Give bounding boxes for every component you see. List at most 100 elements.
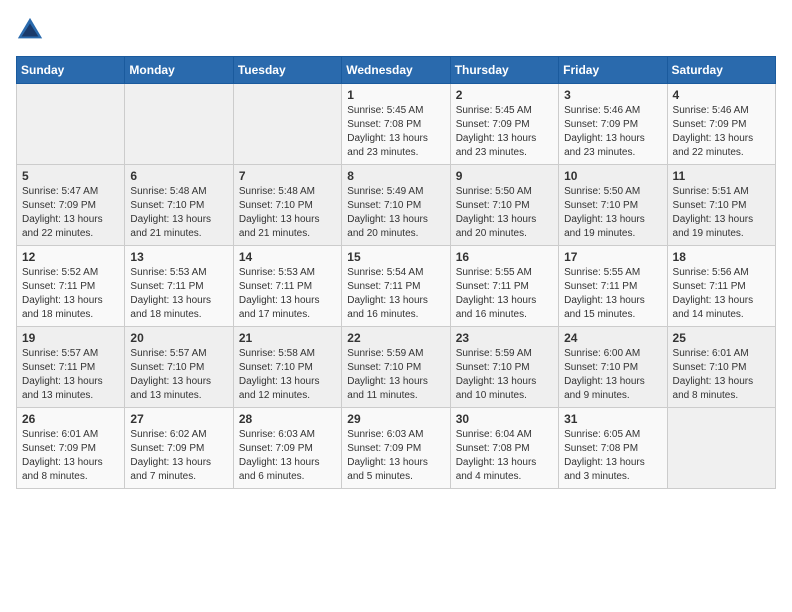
calendar-cell: 31Sunrise: 6:05 AM Sunset: 7:08 PM Dayli…: [559, 408, 667, 489]
calendar-cell: 24 Sunrise: 6:00 AM Sunset: 7:10 PM Dayli…: [559, 327, 667, 408]
day-number: 5: [22, 169, 119, 183]
cell-content: Sunrise: 5:57 AM Sunset: 7:10 PM Dayligh…: [130, 347, 227, 403]
weekday-header-tuesday: Tuesday: [233, 57, 341, 84]
weekday-header-row: SundayMondayTuesdayWednesdayThursdayFrid…: [17, 57, 776, 84]
calendar-cell: 27 Sunrise: 6:02 AM Sunset: 7:09 PM Dayli…: [125, 408, 233, 489]
weekday-header-sunday: Sunday: [17, 57, 125, 84]
cell-content: Sunrise: 5:48 AM Sunset: 7:10 PM Dayligh…: [239, 185, 336, 241]
day-number: 30: [456, 412, 553, 426]
logo: [16, 16, 48, 44]
calendar-cell: 8 Sunrise: 5:49 AM Sunset: 7:10 PM Daylig…: [342, 165, 450, 246]
weekday-header-wednesday: Wednesday: [342, 57, 450, 84]
day-number: 29: [347, 412, 444, 426]
cell-content: Sunrise: 5:49 AM Sunset: 7:10 PM Dayligh…: [347, 185, 444, 241]
calendar-cell: 15Sunrise: 5:54 AM Sunset: 7:11 PM Dayli…: [342, 246, 450, 327]
day-number: 24: [564, 331, 661, 345]
cell-content: Sunrise: 5:52 AM Sunset: 7:11 PM Dayligh…: [22, 266, 119, 322]
calendar-week-3: 12 Sunrise: 5:52 AM Sunset: 7:11 PM Dayli…: [17, 246, 776, 327]
calendar-week-5: 26Sunrise: 6:01 AM Sunset: 7:09 PM Dayli…: [17, 408, 776, 489]
cell-content: Sunrise: 5:53 AM Sunset: 7:11 PM Dayligh…: [239, 266, 336, 322]
day-number: 7: [239, 169, 336, 183]
day-number: 27: [130, 412, 227, 426]
cell-content: Sunrise: 6:03 AM Sunset: 7:09 PM Dayligh…: [347, 428, 444, 484]
day-number: 16: [456, 250, 553, 264]
calendar-cell: 1 Sunrise: 5:45 AM Sunset: 7:08 PM Daylig…: [342, 84, 450, 165]
cell-content: Sunrise: 5:48 AM Sunset: 7:10 PM Dayligh…: [130, 185, 227, 241]
day-number: 28: [239, 412, 336, 426]
calendar-cell: 10 Sunrise: 5:50 AM Sunset: 7:10 PM Dayli…: [559, 165, 667, 246]
calendar-cell: 29 Sunrise: 6:03 AM Sunset: 7:09 PM Dayli…: [342, 408, 450, 489]
weekday-header-saturday: Saturday: [667, 57, 775, 84]
cell-content: Sunrise: 6:01 AM Sunset: 7:10 PM Dayligh…: [673, 347, 770, 403]
day-number: 20: [130, 331, 227, 345]
day-number: 9: [456, 169, 553, 183]
calendar-cell: 4Sunrise: 5:46 AM Sunset: 7:09 PM Daylig…: [667, 84, 775, 165]
weekday-header-thursday: Thursday: [450, 57, 558, 84]
day-number: 13: [130, 250, 227, 264]
cell-content: Sunrise: 5:50 AM Sunset: 7:10 PM Dayligh…: [564, 185, 661, 241]
calendar-cell: 30 Sunrise: 6:04 AM Sunset: 7:08 PM Dayli…: [450, 408, 558, 489]
cell-content: Sunrise: 5:51 AM Sunset: 7:10 PM Dayligh…: [673, 185, 770, 241]
cell-content: Sunrise: 5:45 AM Sunset: 7:08 PM Dayligh…: [347, 104, 444, 160]
day-number: 3: [564, 88, 661, 102]
calendar-week-4: 19Sunrise: 5:57 AM Sunset: 7:11 PM Dayli…: [17, 327, 776, 408]
calendar-cell: [233, 84, 341, 165]
calendar-cell: [125, 84, 233, 165]
page-header: [16, 16, 776, 44]
cell-content: Sunrise: 5:53 AM Sunset: 7:11 PM Dayligh…: [130, 266, 227, 322]
day-number: 6: [130, 169, 227, 183]
day-number: 12: [22, 250, 119, 264]
calendar-cell: 2 Sunrise: 5:45 AM Sunset: 7:09 PM Daylig…: [450, 84, 558, 165]
cell-content: Sunrise: 5:55 AM Sunset: 7:11 PM Dayligh…: [456, 266, 553, 322]
calendar-cell: 25 Sunrise: 6:01 AM Sunset: 7:10 PM Dayli…: [667, 327, 775, 408]
cell-content: Sunrise: 5:47 AM Sunset: 7:09 PM Dayligh…: [22, 185, 119, 241]
calendar-cell: 19Sunrise: 5:57 AM Sunset: 7:11 PM Dayli…: [17, 327, 125, 408]
day-number: 1: [347, 88, 444, 102]
day-number: 2: [456, 88, 553, 102]
calendar-cell: 26Sunrise: 6:01 AM Sunset: 7:09 PM Dayli…: [17, 408, 125, 489]
calendar-cell: 16 Sunrise: 5:55 AM Sunset: 7:11 PM Dayli…: [450, 246, 558, 327]
calendar-cell: 21 Sunrise: 5:58 AM Sunset: 7:10 PM Dayli…: [233, 327, 341, 408]
calendar-cell: 12 Sunrise: 5:52 AM Sunset: 7:11 PM Dayli…: [17, 246, 125, 327]
cell-content: Sunrise: 6:04 AM Sunset: 7:08 PM Dayligh…: [456, 428, 553, 484]
day-number: 8: [347, 169, 444, 183]
cell-content: Sunrise: 5:45 AM Sunset: 7:09 PM Dayligh…: [456, 104, 553, 160]
cell-content: Sunrise: 6:03 AM Sunset: 7:09 PM Dayligh…: [239, 428, 336, 484]
day-number: 18: [673, 250, 770, 264]
cell-content: Sunrise: 5:57 AM Sunset: 7:11 PM Dayligh…: [22, 347, 119, 403]
calendar-cell: 11 Sunrise: 5:51 AM Sunset: 7:10 PM Dayli…: [667, 165, 775, 246]
cell-content: Sunrise: 5:55 AM Sunset: 7:11 PM Dayligh…: [564, 266, 661, 322]
calendar-table: SundayMondayTuesdayWednesdayThursdayFrid…: [16, 56, 776, 489]
day-number: 15: [347, 250, 444, 264]
calendar-cell: 20 Sunrise: 5:57 AM Sunset: 7:10 PM Dayli…: [125, 327, 233, 408]
day-number: 25: [673, 331, 770, 345]
day-number: 10: [564, 169, 661, 183]
calendar-week-2: 5 Sunrise: 5:47 AM Sunset: 7:09 PM Daylig…: [17, 165, 776, 246]
day-number: 26: [22, 412, 119, 426]
calendar-week-1: 1 Sunrise: 5:45 AM Sunset: 7:08 PM Daylig…: [17, 84, 776, 165]
cell-content: Sunrise: 5:56 AM Sunset: 7:11 PM Dayligh…: [673, 266, 770, 322]
day-number: 11: [673, 169, 770, 183]
cell-content: Sunrise: 6:00 AM Sunset: 7:10 PM Dayligh…: [564, 347, 661, 403]
calendar-cell: 14Sunrise: 5:53 AM Sunset: 7:11 PM Dayli…: [233, 246, 341, 327]
cell-content: Sunrise: 6:05 AM Sunset: 7:08 PM Dayligh…: [564, 428, 661, 484]
day-number: 21: [239, 331, 336, 345]
cell-content: Sunrise: 5:59 AM Sunset: 7:10 PM Dayligh…: [347, 347, 444, 403]
day-number: 17: [564, 250, 661, 264]
calendar-cell: 6 Sunrise: 5:48 AM Sunset: 7:10 PM Daylig…: [125, 165, 233, 246]
calendar-cell: 5 Sunrise: 5:47 AM Sunset: 7:09 PM Daylig…: [17, 165, 125, 246]
cell-content: Sunrise: 6:02 AM Sunset: 7:09 PM Dayligh…: [130, 428, 227, 484]
calendar-cell: 28 Sunrise: 6:03 AM Sunset: 7:09 PM Dayli…: [233, 408, 341, 489]
calendar-cell: 18 Sunrise: 5:56 AM Sunset: 7:11 PM Dayli…: [667, 246, 775, 327]
logo-icon: [16, 16, 44, 44]
cell-content: Sunrise: 5:46 AM Sunset: 7:09 PM Dayligh…: [564, 104, 661, 160]
day-number: 4: [673, 88, 770, 102]
weekday-header-friday: Friday: [559, 57, 667, 84]
cell-content: Sunrise: 5:59 AM Sunset: 7:10 PM Dayligh…: [456, 347, 553, 403]
weekday-header-monday: Monday: [125, 57, 233, 84]
day-number: 23: [456, 331, 553, 345]
calendar-cell: 22Sunrise: 5:59 AM Sunset: 7:10 PM Dayli…: [342, 327, 450, 408]
calendar-cell: 17 Sunrise: 5:55 AM Sunset: 7:11 PM Dayli…: [559, 246, 667, 327]
cell-content: Sunrise: 5:58 AM Sunset: 7:10 PM Dayligh…: [239, 347, 336, 403]
calendar-cell: 9Sunrise: 5:50 AM Sunset: 7:10 PM Daylig…: [450, 165, 558, 246]
